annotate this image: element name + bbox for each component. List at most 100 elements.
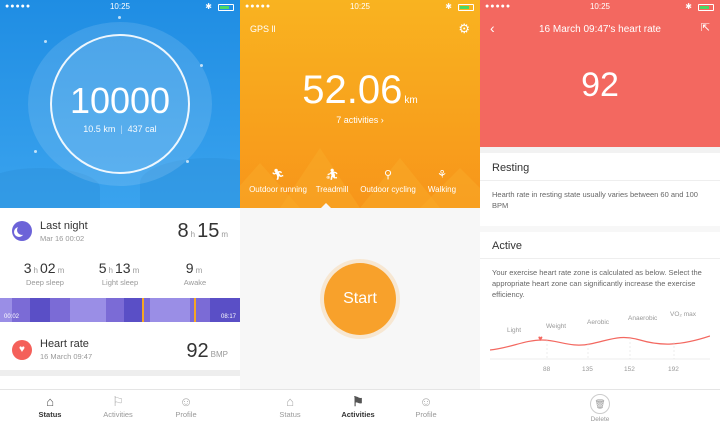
sleep-start-time: 00:02 xyxy=(4,314,20,320)
active-heading: Active xyxy=(492,240,522,252)
bluetooth-icon: ✱ xyxy=(685,2,692,11)
zone-tick: 88 xyxy=(543,366,551,373)
sleep-end-time: 08:17 xyxy=(220,314,236,320)
current-zone-marker-icon: ♥ xyxy=(538,334,543,343)
tab-status[interactable]: ⌂ Status xyxy=(20,394,80,419)
sleep-hours: 8 xyxy=(177,220,189,242)
tab-profile[interactable]: ☺ Profile xyxy=(156,394,216,419)
activities-hero: GPS ll ⚙ 52.06 km 7 activities › 🏃︎ Outdoo… xyxy=(240,0,480,208)
deep-sleep-stat: 3 h 02 m Deep sleep xyxy=(10,260,80,287)
gps-signal-icon: ll xyxy=(271,24,276,34)
light-sleep-stat: 5 h 13 m Light sleep xyxy=(85,260,155,287)
tab-activities[interactable]: ⚑ Activities xyxy=(328,394,388,419)
light-hours: 5 xyxy=(98,260,107,276)
mode-outdoor-running[interactable]: 🏃︎ Outdoor running xyxy=(248,168,308,194)
mode-treadmill[interactable]: ⛹︎ Treadmill xyxy=(302,168,362,194)
unit-h: h xyxy=(108,266,113,275)
hours-unit: h xyxy=(190,230,196,239)
share-icon[interactable]: ⇱ xyxy=(701,21,710,34)
activities-screen: GPS ll ⚙ 52.06 km 7 activities › 🏃︎ Outdoo… xyxy=(240,0,480,427)
sleep-total: 8 h 15 m xyxy=(178,220,231,243)
trash-icon[interactable]: 🗑︎ xyxy=(590,394,610,414)
bluetooth-icon: ✱ xyxy=(445,2,452,11)
gps-status: GPS ll xyxy=(250,24,276,34)
tab-status[interactable]: ⌂ Status xyxy=(260,394,320,419)
activities-link[interactable]: 7 activities › xyxy=(240,115,480,125)
heart-rate-screen: ‹ 16 March 09:47's heart rate ⇱ 92 ●●●●●… xyxy=(480,0,720,427)
zone-tick: 135 xyxy=(582,366,593,373)
divider xyxy=(480,180,720,181)
cycling-icon: ⚲ xyxy=(383,169,393,181)
steps-hero: 10000 10.5 km | 437 cal xyxy=(0,0,240,208)
person-icon: ☺ xyxy=(419,394,433,409)
tab-profile-label: Profile xyxy=(175,410,197,419)
total-distance: 52.06 km xyxy=(240,68,480,113)
heart-rate-summary: 92 BMP xyxy=(186,340,230,363)
status-screen: 10000 10.5 km | 437 cal ●●●●● 10:25 ✱ Last… xyxy=(0,0,240,427)
heart-rate-date: 16 March 09:47 xyxy=(40,352,93,361)
sleep-minutes: 15 xyxy=(197,220,220,242)
light-sleep-label: Light sleep xyxy=(101,278,139,287)
heart-zone-curve xyxy=(490,335,710,360)
tab-profile[interactable]: ☺ Profile xyxy=(396,394,456,419)
battery-icon xyxy=(698,4,714,11)
gps-label: GPS xyxy=(250,24,270,34)
tab-activities-label: Activities xyxy=(341,410,375,419)
zone-tick: 192 xyxy=(668,366,679,373)
flag-icon: ⚑ xyxy=(352,394,364,409)
tab-activities[interactable]: ⚐ Activities xyxy=(88,394,148,419)
zone-anaerobic: Anaerobic xyxy=(628,315,658,322)
unit-m: m xyxy=(195,266,203,275)
zone-weight: Weight xyxy=(546,323,567,330)
signal-icon: ●●●●● xyxy=(5,3,32,10)
zone-vo2max: VO₂ max xyxy=(670,311,696,318)
unit-m: m xyxy=(132,266,140,275)
activities-count: 7 activities xyxy=(336,115,379,125)
active-text: Your exercise heart rate zone is calcula… xyxy=(492,268,702,299)
bluetooth-icon: ✱ xyxy=(205,2,212,11)
light-minutes: 13 xyxy=(115,260,131,276)
unit-h: h xyxy=(33,266,38,275)
clock: 10:25 xyxy=(349,2,371,11)
resting-text: Hearth rate in resting state usually var… xyxy=(492,190,698,210)
distance-calories: 10.5 km | 437 cal xyxy=(83,124,157,134)
heart-rate-card[interactable]: ♥ Heart rate 16 March 09:47 92 BMP xyxy=(0,322,240,370)
battery-icon xyxy=(458,4,474,11)
tab-bar: ⌂ Status ⚑ Activities ☺ Profile xyxy=(240,389,480,427)
walking-icon: ⚘ xyxy=(437,169,447,181)
mode-label: Walking xyxy=(427,185,457,194)
gear-icon[interactable]: ⚙ xyxy=(458,21,470,37)
heart-rate-value: 92 xyxy=(186,340,209,362)
awake-minutes: 9 xyxy=(185,260,194,276)
status-bar: ●●●●● 10:25 ✱ xyxy=(0,0,240,14)
signal-icon: ●●●●● xyxy=(485,3,512,10)
start-button[interactable]: Start xyxy=(324,263,396,335)
heart-rate-title: Heart rate xyxy=(40,338,89,350)
heart-icon: ♥ xyxy=(12,340,32,360)
mode-outdoor-cycling[interactable]: ⚲ Outdoor cycling xyxy=(358,168,418,194)
status-bar: ●●●●● 10:25 ✱ xyxy=(240,0,480,14)
home-icon: ⌂ xyxy=(46,394,54,409)
awake-stat: 9m Awake xyxy=(160,260,230,287)
tab-status-label: Status xyxy=(279,410,301,419)
zone-aerobic: Aerobic xyxy=(587,319,610,326)
deep-hours: 3 xyxy=(23,260,32,276)
person-icon: ☺ xyxy=(179,394,193,409)
tab-status-label: Status xyxy=(38,410,62,419)
mode-walking[interactable]: ⚘ Walking xyxy=(412,168,472,194)
distance-unit: km xyxy=(404,95,418,106)
flag-icon: ⚐ xyxy=(112,394,124,409)
running-icon: 🏃︎ xyxy=(271,169,285,181)
selected-mode-indicator xyxy=(321,203,331,208)
resting-heading: Resting xyxy=(492,162,530,174)
heart-rate-detail-value: 92 xyxy=(581,66,619,104)
treadmill-icon: ⛹︎ xyxy=(325,169,339,181)
deep-sleep-label: Deep sleep xyxy=(26,278,64,287)
calories-value: 437 cal xyxy=(127,124,157,134)
sleep-timeline[interactable]: 00:02 08:17 xyxy=(0,298,240,322)
delete-button[interactable]: Delete xyxy=(480,416,720,423)
divider xyxy=(480,147,720,153)
battery-icon xyxy=(218,4,234,11)
mode-label: Outdoor running xyxy=(249,185,307,194)
tab-bar: ⌂ Status ⚐ Activities ☺ Profile xyxy=(0,389,240,427)
